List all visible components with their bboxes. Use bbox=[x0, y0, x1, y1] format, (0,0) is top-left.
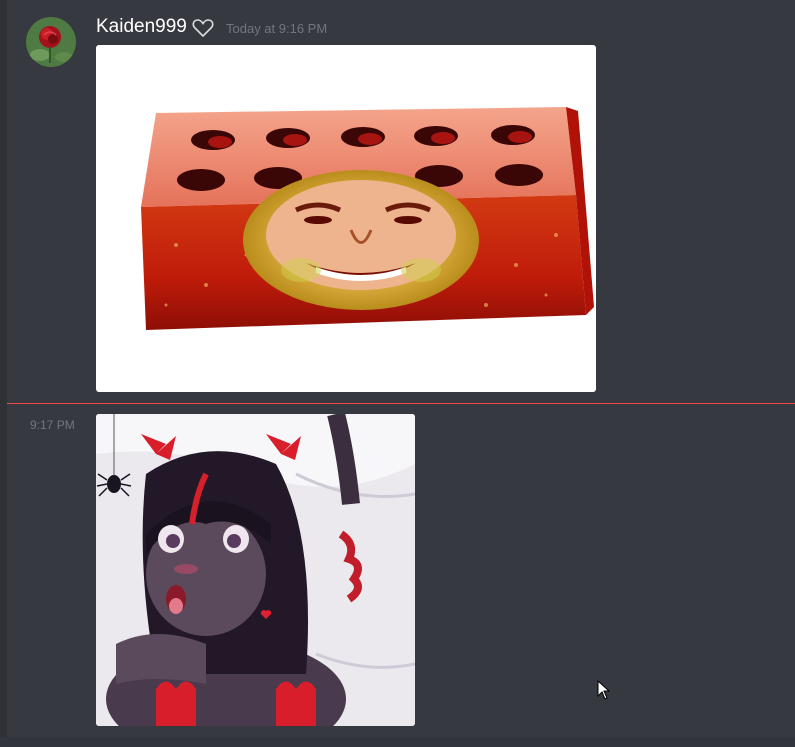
followup-timestamp: 9:17 PM bbox=[30, 418, 75, 432]
anime-character-image bbox=[96, 414, 415, 726]
rose-icon bbox=[26, 17, 76, 67]
avatar[interactable] bbox=[26, 17, 76, 67]
bottom-bar bbox=[0, 737, 795, 747]
image-attachment-anime[interactable] bbox=[96, 414, 415, 726]
message-timestamp: Today at 9:16 PM bbox=[226, 21, 328, 36]
image-attachment-brick[interactable] bbox=[96, 45, 596, 392]
heart-icon bbox=[192, 19, 214, 38]
left-sidebar-edge bbox=[0, 0, 7, 747]
username[interactable]: Kaiden999 bbox=[96, 15, 187, 39]
cursor-icon bbox=[597, 680, 611, 700]
chat-area: Kaiden999 Today at 9:16 PM 9:17 PM bbox=[7, 0, 795, 747]
brick-image bbox=[141, 107, 594, 330]
new-messages-divider bbox=[7, 403, 795, 404]
